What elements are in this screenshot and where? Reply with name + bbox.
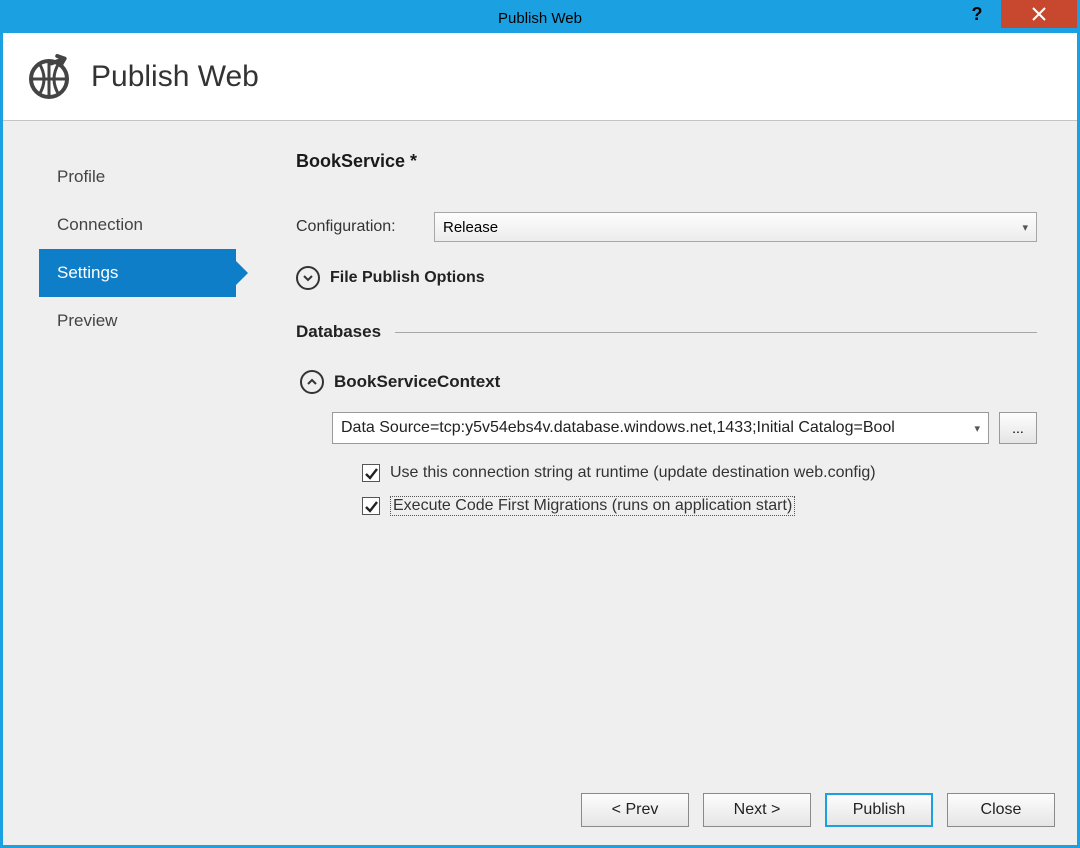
chevron-down-icon: ▾: [1022, 221, 1028, 234]
window-controls: ?: [953, 0, 1077, 28]
use-connection-string-row: Use this connection string at runtime (u…: [362, 464, 1037, 482]
section-divider: [395, 332, 1037, 333]
configuration-value: Release: [443, 219, 498, 236]
close-button[interactable]: Close: [947, 793, 1055, 827]
configuration-label: Configuration:: [296, 218, 416, 236]
prev-button[interactable]: < Prev: [581, 793, 689, 827]
file-publish-options-expander[interactable]: File Publish Options: [296, 266, 1037, 290]
close-window-button[interactable]: [1001, 0, 1077, 28]
close-icon: [1032, 7, 1046, 21]
button-label: < Prev: [612, 801, 659, 819]
nav-label: Settings: [57, 263, 118, 283]
next-button[interactable]: Next >: [703, 793, 811, 827]
chevron-down-icon: ▾: [974, 422, 980, 435]
nav-label: Profile: [57, 167, 105, 187]
nav-preview[interactable]: Preview: [39, 297, 236, 345]
button-label: Next >: [734, 801, 781, 819]
nav-label: Connection: [57, 215, 143, 235]
button-label: Close: [981, 801, 1022, 819]
globe-publish-icon: [25, 53, 73, 101]
connection-string-value: Data Source=tcp:y5v54ebs4v.database.wind…: [341, 419, 895, 437]
ellipsis-label: ...: [1012, 420, 1024, 436]
profile-name: BookService *: [296, 151, 1037, 172]
wizard-sidebar: Profile Connection Settings Preview: [3, 121, 236, 775]
settings-panel: BookService * Configuration: Release ▾ F…: [236, 121, 1077, 775]
nav-label: Preview: [57, 311, 117, 331]
dialog-header: Publish Web: [3, 33, 1077, 121]
execute-migrations-row: Execute Code First Migrations (runs on a…: [362, 496, 1037, 516]
publish-web-dialog: Publish Web ? Publish Web: [0, 0, 1080, 848]
dialog-title: Publish Web: [91, 60, 259, 94]
titlebar: Publish Web ?: [3, 3, 1077, 33]
connection-string-combobox[interactable]: Data Source=tcp:y5v54ebs4v.database.wind…: [332, 412, 989, 444]
db-context-label: BookServiceContext: [334, 372, 500, 392]
db-context-expander[interactable]: BookServiceContext: [300, 370, 1037, 394]
publish-button[interactable]: Publish: [825, 793, 933, 827]
databases-section-header: Databases: [296, 322, 1037, 342]
use-connection-string-label: Use this connection string at runtime (u…: [390, 464, 876, 482]
nav-settings[interactable]: Settings: [39, 249, 236, 297]
nav-connection[interactable]: Connection: [39, 201, 236, 249]
dialog-body: Profile Connection Settings Preview Book…: [3, 121, 1077, 775]
connection-string-row: Data Source=tcp:y5v54ebs4v.database.wind…: [332, 412, 1037, 444]
configuration-dropdown[interactable]: Release ▾: [434, 212, 1037, 242]
window-title: Publish Web: [498, 10, 582, 27]
checkmark-icon: [364, 466, 379, 481]
file-publish-options-label: File Publish Options: [330, 269, 485, 287]
execute-migrations-checkbox[interactable]: [362, 497, 380, 515]
help-button[interactable]: ?: [953, 0, 1001, 28]
connection-string-browse-button[interactable]: ...: [999, 412, 1037, 444]
nav-profile[interactable]: Profile: [39, 153, 236, 201]
use-connection-string-checkbox[interactable]: [362, 464, 380, 482]
configuration-row: Configuration: Release ▾: [296, 212, 1037, 242]
dialog-footer: < Prev Next > Publish Close: [3, 775, 1077, 845]
button-label: Publish: [853, 801, 905, 819]
databases-label: Databases: [296, 322, 381, 342]
execute-migrations-label: Execute Code First Migrations (runs on a…: [390, 496, 795, 516]
expand-down-icon: [296, 266, 320, 290]
collapse-up-icon: [300, 370, 324, 394]
checkmark-icon: [364, 499, 379, 514]
